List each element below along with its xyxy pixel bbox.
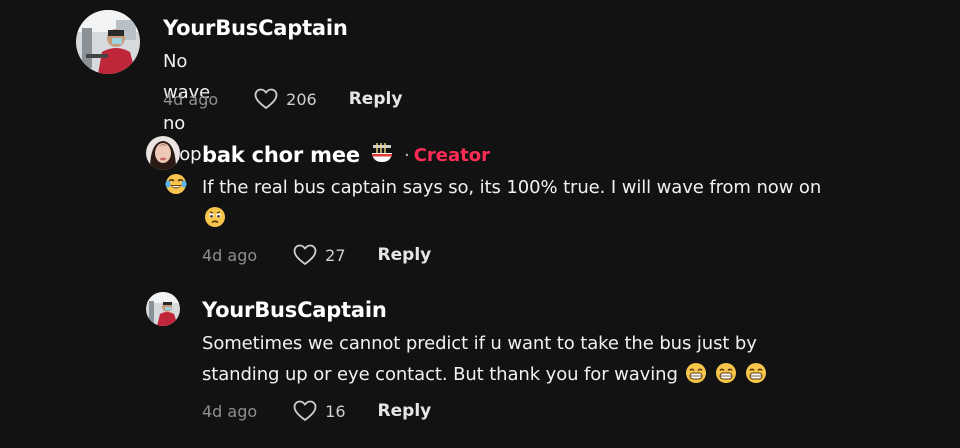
like-count: 206 <box>286 89 317 109</box>
comment-username[interactable]: YourBusCaptain <box>202 298 387 322</box>
grinning-face-emoji-icon <box>685 362 707 394</box>
comment-username[interactable]: bak chor mee <box>202 143 360 167</box>
sad-face-emoji-icon <box>204 206 226 238</box>
grinning-face-emoji-icon <box>745 362 767 394</box>
noodle-bowl-icon <box>370 142 394 168</box>
comment-header: bak chor mee · Creator <box>202 142 490 168</box>
separator-dot: · <box>403 144 410 166</box>
avatar-bak-chor-mee[interactable] <box>146 136 180 170</box>
comment-time: 4d ago <box>202 245 258 265</box>
tears-of-joy-emoji-icon <box>165 173 187 205</box>
like-button[interactable]: 206 <box>254 88 317 110</box>
comment-meta: 4d ago 206 Reply <box>163 88 402 110</box>
creator-badge: Creator <box>413 144 490 166</box>
heart-icon[interactable] <box>254 88 278 110</box>
comment-text-content: Sometimes we cannot predict if u want to… <box>202 333 757 385</box>
avatar-yourbuscaptain[interactable] <box>76 10 140 74</box>
comment-meta: 4d ago 27 Reply <box>202 244 431 266</box>
comment-meta: 4d ago 16 Reply <box>202 400 431 422</box>
reply-button[interactable]: Reply <box>378 401 432 421</box>
like-button[interactable]: 27 <box>293 244 346 266</box>
like-count: 16 <box>325 401 346 421</box>
like-button[interactable]: 16 <box>293 400 346 422</box>
comment-text: If the real bus captain says so, its 100… <box>202 172 842 238</box>
comment-text-content: If the real bus captain says so, its 100… <box>202 177 822 198</box>
comment-username[interactable]: YourBusCaptain <box>163 16 348 40</box>
reply-button[interactable]: Reply <box>349 89 403 109</box>
comment-text: Sometimes we cannot predict if u want to… <box>202 328 822 394</box>
grinning-face-emoji-icon <box>715 362 737 394</box>
reply-button[interactable]: Reply <box>378 245 432 265</box>
heart-icon[interactable] <box>293 400 317 422</box>
avatar-yourbuscaptain[interactable] <box>146 292 180 326</box>
like-count: 27 <box>325 245 346 265</box>
comment-time: 4d ago <box>163 89 219 109</box>
heart-icon[interactable] <box>293 244 317 266</box>
comment-time: 4d ago <box>202 401 258 421</box>
